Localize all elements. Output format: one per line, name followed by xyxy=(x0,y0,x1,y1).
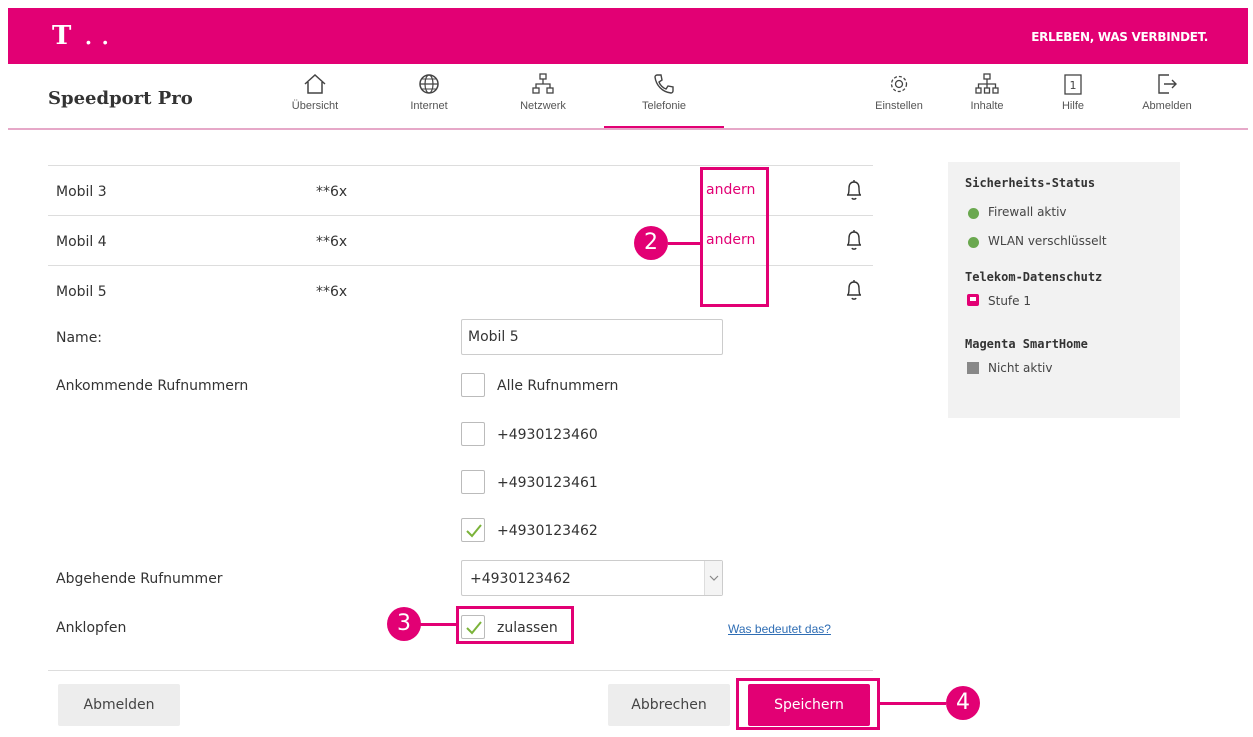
outgoing-number-label: Abgehende Rufnummer xyxy=(56,571,223,587)
highlight-save xyxy=(736,678,880,730)
nav-label: Hilfe xyxy=(1061,100,1084,112)
nav-internet[interactable]: Internet xyxy=(384,72,474,112)
checkbox-label: +4930123462 xyxy=(497,523,598,539)
checkbox-number[interactable] xyxy=(461,422,485,446)
checkbox-label: +4930123461 xyxy=(497,475,598,491)
checkmark-icon xyxy=(466,524,482,538)
device-name: Mobil 4 xyxy=(56,234,107,250)
chevron-down-icon xyxy=(709,575,719,581)
cancel-button[interactable]: Abbrechen xyxy=(608,684,730,726)
nav-label: Internet xyxy=(410,100,448,112)
callout-badge-3: 3 xyxy=(387,607,421,641)
outgoing-number-select[interactable]: +4930123462 xyxy=(461,560,723,596)
callout-line xyxy=(880,702,946,705)
main-navigation: Speedport Pro Übersicht Internet Netzwer… xyxy=(8,64,1248,130)
name-input[interactable]: Mobil 5 xyxy=(461,319,723,355)
gear-icon xyxy=(890,75,908,93)
logout-icon xyxy=(1158,74,1177,94)
telekom-logo: T xyxy=(52,21,72,51)
device-number: **6x xyxy=(316,284,348,300)
device-name: Mobil 5 xyxy=(56,284,107,300)
device-name: Mobil 3 xyxy=(56,184,107,200)
status-sidebar: Sicherheits-Status Firewall aktiv WLAN v… xyxy=(948,162,1180,418)
select-arrow[interactable] xyxy=(704,561,722,595)
nav-content[interactable]: Inhalte xyxy=(942,72,1032,112)
sitemap-icon xyxy=(975,73,999,94)
call-waiting-label: Anklopfen xyxy=(56,620,127,636)
highlight-change-links xyxy=(700,167,769,307)
home-icon xyxy=(304,73,326,94)
bell-icon[interactable] xyxy=(844,178,864,202)
divider xyxy=(48,670,873,671)
nav-network[interactable]: Netzwerk xyxy=(498,72,588,112)
checkbox-all-numbers[interactable] xyxy=(461,373,485,397)
device-number: **6x xyxy=(316,184,348,200)
incoming-numbers-label: Ankommende Rufnummern xyxy=(56,378,249,394)
nav-label: Netzwerk xyxy=(520,100,566,112)
bell-icon[interactable] xyxy=(844,278,864,302)
device-number: **6x xyxy=(316,234,348,250)
help-icon: 1 xyxy=(1064,74,1082,95)
checkbox-label: Alle Rufnummern xyxy=(497,378,619,394)
callout-line xyxy=(668,242,700,245)
checkbox-number[interactable] xyxy=(461,470,485,494)
privacy-level: Stufe 1 xyxy=(988,294,1031,308)
bell-icon[interactable] xyxy=(844,228,864,252)
svg-text:1: 1 xyxy=(1070,79,1077,92)
network-icon xyxy=(532,73,554,94)
nav-label: Telefonie xyxy=(641,100,687,112)
globe-icon xyxy=(419,74,439,94)
privacy-title: Telekom-Datenschutz xyxy=(965,270,1103,284)
nav-telephony[interactable]: Telefonie xyxy=(604,72,724,128)
status-ok-icon xyxy=(968,208,979,219)
nav-settings[interactable]: Einstellen xyxy=(854,72,944,112)
callout-line xyxy=(420,623,456,626)
phone-icon xyxy=(654,74,674,94)
nav-label: Übersicht xyxy=(291,100,339,112)
checkbox-number[interactable] xyxy=(461,518,485,542)
brand-title: Speedport Pro xyxy=(48,88,193,109)
name-label: Name: xyxy=(56,330,103,346)
nav-logout[interactable]: Abmelden xyxy=(1122,72,1212,112)
privacy-shield-icon xyxy=(967,294,979,306)
select-value: +4930123462 xyxy=(470,571,571,587)
callout-badge-2: 2 xyxy=(634,226,668,260)
inactive-icon xyxy=(967,362,979,374)
firewall-status: Firewall aktiv xyxy=(988,205,1067,219)
status-ok-icon xyxy=(968,237,979,248)
nav-help[interactable]: 1 Hilfe xyxy=(1028,72,1118,112)
slogan: ERLEBEN, WAS VERBINDET. xyxy=(1031,30,1208,44)
nav-overview[interactable]: Übersicht xyxy=(270,72,360,112)
nav-label: Einstellen xyxy=(875,100,923,112)
smarthome-status: Nicht aktiv xyxy=(988,361,1053,375)
logout-button[interactable]: Abmelden xyxy=(58,684,180,726)
checkbox-label: +4930123460 xyxy=(497,427,598,443)
help-link[interactable]: Was bedeutet das? xyxy=(728,622,831,636)
smarthome-title: Magenta SmartHome xyxy=(965,337,1088,351)
nav-label: Abmelden xyxy=(1142,100,1192,112)
highlight-call-waiting xyxy=(456,606,574,644)
nav-label: Inhalte xyxy=(970,100,1004,112)
logo-dots: • • xyxy=(86,34,112,50)
security-status-title: Sicherheits-Status xyxy=(965,176,1096,190)
wlan-status: WLAN verschlüsselt xyxy=(988,234,1107,248)
callout-badge-4: 4 xyxy=(946,686,980,720)
header-bar: T • • ERLEBEN, WAS VERBINDET. xyxy=(8,8,1248,64)
